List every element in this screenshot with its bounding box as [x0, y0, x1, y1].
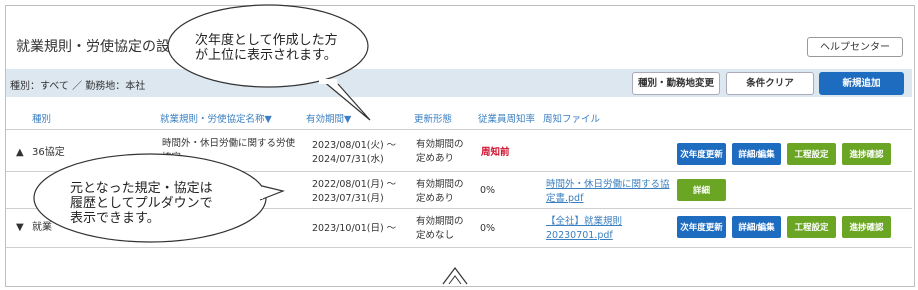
- callout-overlay: [33, 4, 468, 285]
- callout-top-line2: が上位に表示されます。: [195, 48, 337, 63]
- scroll-up-icon-inner: [448, 275, 462, 285]
- callout-pointer-bottom: [259, 185, 286, 201]
- callout-pointer-top: [321, 79, 371, 121]
- callout-bottom-line3: 表示できます。: [70, 211, 160, 226]
- callout-pointer-mask: [258, 187, 263, 199]
- callout-pointer-mask: [319, 79, 337, 84]
- callout-bottom-line1: 元となった規定・協定は: [70, 181, 213, 196]
- callout-top-line1: 次年度として作成した方: [195, 33, 338, 48]
- callout-bottom-line2: 履歴としてプルダウンで: [70, 196, 213, 211]
